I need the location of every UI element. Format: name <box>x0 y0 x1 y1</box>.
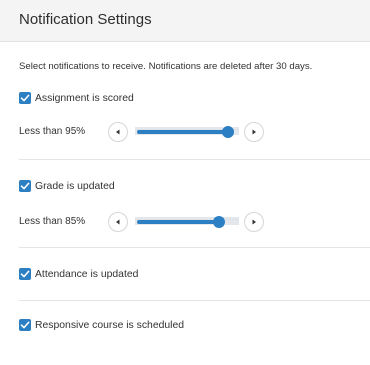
intro-text: Select notifications to receive. Notific… <box>19 61 313 72</box>
divider <box>19 300 370 301</box>
notification-responsive-course[interactable]: Responsive course is scheduled <box>19 318 184 332</box>
checkbox-label: Attendance is updated <box>35 268 139 280</box>
slider-track[interactable] <box>135 126 239 138</box>
notification-grade-updated[interactable]: Grade is updated <box>19 179 115 193</box>
triangle-left-icon <box>116 129 120 135</box>
notification-assignment-scored[interactable]: Assignment is scored <box>19 91 134 105</box>
triangle-right-icon <box>252 129 256 135</box>
checkmark-icon <box>20 321 30 329</box>
slider-thumb[interactable] <box>222 126 234 138</box>
slider-fill <box>137 220 219 224</box>
slider-track[interactable] <box>135 216 239 228</box>
triangle-left-icon <box>116 219 120 225</box>
threshold-slider-assignment: Less than 95% <box>19 122 279 142</box>
checkmark-icon <box>20 182 30 190</box>
checkbox-label: Responsive course is scheduled <box>35 319 185 331</box>
checkbox-assignment-scored[interactable] <box>19 92 31 104</box>
slider-thumb[interactable] <box>213 216 225 228</box>
checkbox-attendance-updated[interactable] <box>19 268 31 280</box>
increase-button[interactable] <box>244 212 264 232</box>
threshold-slider-grade: Less than 85% <box>19 212 279 232</box>
divider <box>19 159 370 160</box>
triangle-right-icon <box>252 219 256 225</box>
checkbox-label: Assignment is scored <box>35 92 134 104</box>
threshold-label: Less than 95% <box>19 126 86 137</box>
checkbox-label: Grade is updated <box>35 180 115 192</box>
divider <box>19 247 370 248</box>
checkmark-icon <box>20 94 30 102</box>
checkmark-icon <box>20 270 30 278</box>
notification-attendance-updated[interactable]: Attendance is updated <box>19 267 138 281</box>
threshold-label: Less than 85% <box>19 216 86 227</box>
decrease-button[interactable] <box>108 212 128 232</box>
slider-fill <box>137 130 228 134</box>
page-title: Notification Settings <box>19 11 152 28</box>
increase-button[interactable] <box>244 122 264 142</box>
checkbox-grade-updated[interactable] <box>19 180 31 192</box>
checkbox-responsive-course[interactable] <box>19 319 31 331</box>
settings-header: Notification Settings <box>0 0 370 42</box>
decrease-button[interactable] <box>108 122 128 142</box>
